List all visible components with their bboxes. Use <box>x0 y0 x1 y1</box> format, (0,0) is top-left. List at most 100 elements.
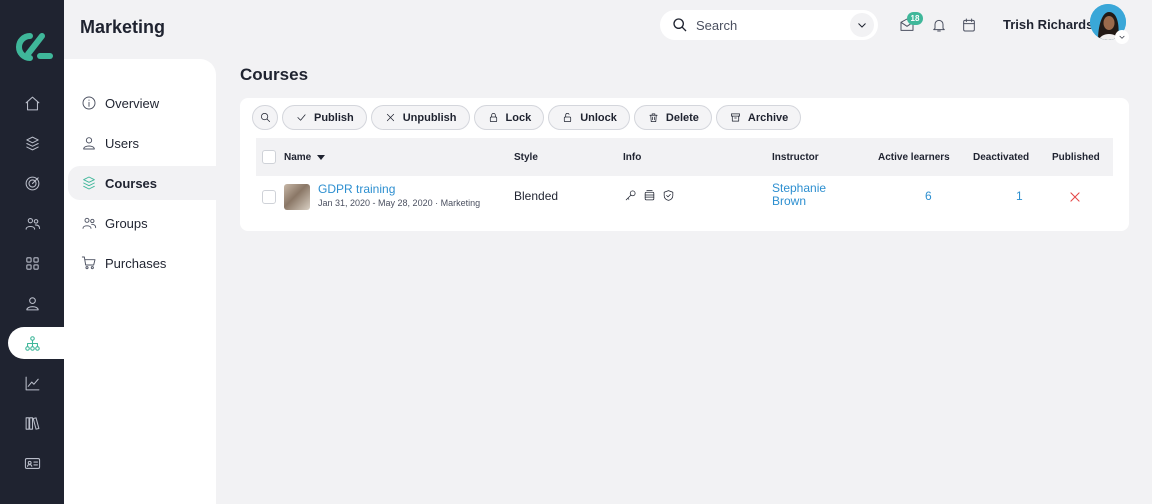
unlock-icon <box>564 112 572 122</box>
delete-button[interactable]: Delete <box>633 105 712 130</box>
unlock-button[interactable]: Unlock <box>548 105 630 130</box>
column-header-published[interactable]: Published <box>1052 152 1100 163</box>
rail-groups[interactable] <box>0 207 64 239</box>
nav-item-courses[interactable]: Courses <box>68 166 216 200</box>
lock-icon <box>489 113 497 122</box>
courses-card: Publish Unpublish Lock Unlock Delete Arc… <box>240 98 1129 231</box>
nav-item-label: Groups <box>105 215 148 231</box>
library-icon <box>25 416 39 430</box>
archive-label: Archive <box>747 111 789 124</box>
rail-goals[interactable] <box>0 167 64 199</box>
active-learners-count[interactable]: 6 <box>925 189 932 203</box>
archive-icon <box>730 113 740 122</box>
column-header-instructor[interactable]: Instructor <box>772 152 819 163</box>
rail-reports[interactable] <box>0 367 64 399</box>
secondary-nav: Overview Users Courses Groups Purchases <box>64 59 216 504</box>
rail-branches[interactable] <box>8 327 72 359</box>
search-icon <box>260 113 270 122</box>
search-icon <box>673 18 687 32</box>
table-header: Name Style Info Instructor Active learne… <box>256 138 1113 176</box>
bell-icon <box>933 19 945 32</box>
sort-desc-icon <box>317 154 326 160</box>
nav-item-groups[interactable]: Groups <box>68 206 216 240</box>
table-row: GDPR training Jan 31, 2020 - May 28, 202… <box>256 176 1113 218</box>
rail-home[interactable] <box>0 87 64 119</box>
shield-check-icon <box>663 190 674 201</box>
id-card-icon <box>24 457 40 469</box>
table-search-button[interactable] <box>252 105 278 130</box>
branches-icon <box>25 335 40 351</box>
bulk-actions-toolbar: Publish Unpublish Lock Unlock Delete Arc… <box>252 105 802 130</box>
lock-button[interactable]: Lock <box>473 105 545 130</box>
publish-button[interactable]: Publish <box>282 105 367 130</box>
calendar-icon <box>963 18 975 32</box>
unpublish-button[interactable]: Unpublish <box>370 105 470 130</box>
nav-item-label: Overview <box>105 95 160 111</box>
courses-icon <box>25 136 39 150</box>
course-meta: Jan 31, 2020 - May 28, 2020 · Marketing <box>318 198 481 208</box>
nav-item-label: Purchases <box>105 255 167 271</box>
nav-item-purchases[interactable]: Purchases <box>68 246 216 280</box>
rail-profile[interactable] <box>0 287 64 319</box>
instructor-link[interactable]: Stephanie Brown <box>772 182 852 208</box>
groups-icon <box>82 217 97 229</box>
delete-label: Delete <box>665 111 699 124</box>
check-icon <box>297 114 306 121</box>
rail-courses[interactable] <box>0 127 64 159</box>
nav-item-label: Users <box>105 135 139 151</box>
key-icon <box>625 190 636 201</box>
calendar-button[interactable] <box>959 15 979 35</box>
notifications-button[interactable] <box>929 15 949 35</box>
row-checkbox[interactable] <box>262 190 276 204</box>
close-icon <box>1070 192 1080 202</box>
messages-count-badge: 18 <box>907 12 923 25</box>
app-logo[interactable] <box>10 28 54 64</box>
search-input[interactable] <box>696 17 836 33</box>
column-header-active-learners[interactable]: Active learners <box>878 152 950 163</box>
cart-icon <box>81 256 96 270</box>
rail-id[interactable] <box>0 447 64 479</box>
column-header-name[interactable]: Name <box>284 152 326 163</box>
course-info-icons <box>624 189 675 202</box>
user-icon <box>25 296 39 310</box>
column-header-info: Info <box>623 152 642 163</box>
courses-icon <box>83 176 95 190</box>
column-header-style[interactable]: Style <box>514 152 538 163</box>
chevron-down-icon <box>858 23 866 28</box>
global-search <box>660 10 878 40</box>
chevron-down-icon <box>1119 35 1125 39</box>
groups-icon <box>25 217 40 230</box>
close-icon <box>386 113 394 122</box>
trash-icon <box>649 113 658 122</box>
layers-icon <box>644 190 655 201</box>
page-title: Courses <box>240 65 309 84</box>
nav-item-overview[interactable]: Overview <box>68 86 216 120</box>
info-icon <box>82 96 96 110</box>
search-scope-dropdown[interactable] <box>850 13 874 37</box>
grid-icon <box>25 256 39 270</box>
home-icon <box>25 96 39 110</box>
target-icon <box>25 176 39 190</box>
course-thumbnail <box>284 184 310 210</box>
unpublished-status <box>1068 190 1082 204</box>
course-style: Blended <box>514 189 559 203</box>
section-title: Marketing <box>80 17 166 37</box>
archive-button[interactable]: Archive <box>715 105 802 130</box>
lock-label: Lock <box>505 111 532 124</box>
unlock-label: Unlock <box>580 111 617 124</box>
publish-label: Publish <box>314 111 354 124</box>
column-header-deactivated[interactable]: Deactivated <box>973 152 1029 163</box>
course-name-link[interactable]: GDPR training <box>318 182 395 196</box>
rail-apps[interactable] <box>0 247 64 279</box>
deactivated-count[interactable]: 1 <box>1016 189 1023 203</box>
app-rail <box>0 0 72 504</box>
user-menu-toggle[interactable] <box>1115 30 1129 44</box>
user-icon <box>83 137 95 150</box>
rail-library[interactable] <box>0 407 64 439</box>
select-all-checkbox[interactable] <box>262 150 276 164</box>
nav-item-label: Courses <box>105 175 158 191</box>
nav-item-users[interactable]: Users <box>68 126 216 160</box>
column-header-label: Name <box>284 152 312 163</box>
unpublish-label: Unpublish <box>402 111 457 124</box>
user-name[interactable]: Trish Richards <box>1003 17 1093 32</box>
